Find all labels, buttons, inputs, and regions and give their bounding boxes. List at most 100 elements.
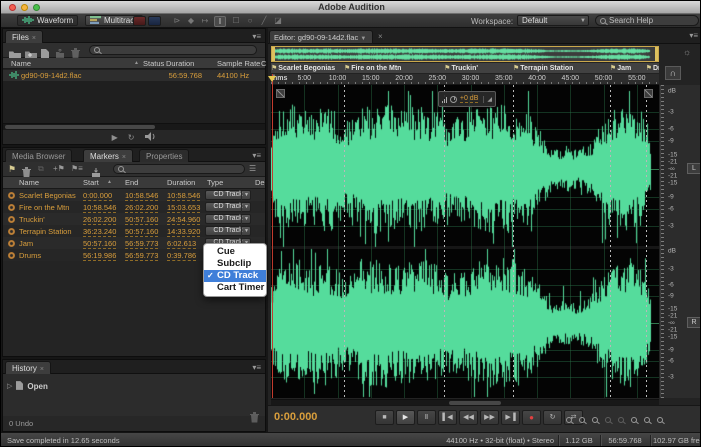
selection-handle-right[interactable] bbox=[644, 89, 653, 98]
marker-end[interactable]: 50:57.160 bbox=[125, 215, 159, 225]
zoom-in-button[interactable] bbox=[563, 414, 574, 425]
zoom-to-selection-button[interactable] bbox=[654, 414, 665, 425]
marker-duration[interactable]: 14:33.920 bbox=[167, 227, 201, 237]
timeline-ruler[interactable]: hms 5:00 10:00 15:00 20:00 25:00 30:00 35:00 40… bbox=[271, 74, 659, 85]
column-header-c[interactable]: C bbox=[261, 59, 266, 68]
zoom-in-horizontal-button[interactable] bbox=[589, 414, 600, 425]
marker-end[interactable]: 10:58.546 bbox=[125, 191, 159, 201]
marker-duration[interactable]: 15:03.653 bbox=[167, 203, 201, 213]
files-table-header[interactable]: Name Status Duration Sample Rate C ▲ bbox=[3, 58, 266, 69]
panel-menu-icon[interactable]: ▾≡ bbox=[252, 151, 261, 160]
marker-flag[interactable]: ⚑ Terrapin Station bbox=[513, 63, 573, 73]
zoom-to-in-point-button[interactable] bbox=[628, 414, 639, 425]
history-item[interactable]: ▷ Open bbox=[7, 377, 48, 395]
disclosure-icon[interactable]: ▷ bbox=[7, 382, 12, 390]
marker-end[interactable]: 56:59.773 bbox=[125, 251, 159, 261]
insert-marker-icon[interactable]: +⚑ bbox=[53, 164, 65, 173]
menu-item-cue[interactable]: Cue bbox=[204, 246, 266, 258]
marker-start[interactable]: 10:58.546 bbox=[83, 203, 117, 213]
rewind-button[interactable]: ◀◀ bbox=[459, 410, 478, 425]
trash-icon[interactable] bbox=[250, 410, 259, 428]
column-header-status[interactable]: Status bbox=[143, 59, 164, 68]
marker-duration[interactable]: 6:02.613 bbox=[167, 239, 197, 249]
razor-tool-icon[interactable]: ◆ bbox=[185, 16, 197, 25]
marker-end[interactable]: 26:02.200 bbox=[125, 203, 159, 213]
tab-properties[interactable]: Properties bbox=[139, 149, 190, 162]
play-button[interactable]: ▶ bbox=[396, 410, 415, 425]
tab-files[interactable]: Files × bbox=[5, 30, 43, 43]
waveform-canvas[interactable] bbox=[271, 85, 659, 398]
selection-handle-left[interactable] bbox=[276, 89, 285, 98]
marker-flag[interactable]: ⚑Drums bbox=[646, 63, 659, 73]
waveform-view-button[interactable]: Waveform bbox=[17, 15, 79, 26]
column-header-start[interactable]: Start bbox=[83, 178, 99, 187]
marker-row[interactable]: Terrapin Station 36:23.240 50:57.160 14:33.… bbox=[3, 225, 265, 237]
workspace-dropdown[interactable]: Default ▼ bbox=[517, 15, 589, 26]
marker-duration[interactable]: 24:54.960 bbox=[167, 215, 201, 225]
marker-start[interactable]: 56:19.986 bbox=[83, 251, 117, 261]
merge-markers-icon[interactable]: ⧉ bbox=[38, 164, 44, 174]
spectral-brightness-icon[interactable]: ☼ bbox=[683, 47, 691, 57]
loop-display-icon[interactable]: ∩ bbox=[665, 66, 681, 80]
marker-row[interactable]: Scarlet Begonias 0:00.000 10:58.546 10:58.5… bbox=[3, 189, 265, 201]
menu-item-cd-track[interactable]: ✓ CD Track bbox=[204, 270, 266, 282]
filter-icon[interactable]: ☰ bbox=[249, 164, 256, 173]
paintbrush-tool-icon[interactable]: ╱ bbox=[258, 16, 270, 25]
lasso-selection-tool-icon[interactable]: ○ bbox=[244, 16, 256, 25]
marker-row[interactable]: Fire on the Mtn 10:58.546 26:02.200 15:03.6… bbox=[3, 201, 265, 213]
time-display[interactable]: 0:00.000 bbox=[274, 411, 317, 423]
column-header-type[interactable]: Type bbox=[207, 178, 223, 187]
panel-menu-icon[interactable]: ▾≡ bbox=[252, 32, 261, 41]
marker-end[interactable]: 50:57.160 bbox=[125, 227, 159, 237]
gain-value[interactable]: +0 dB bbox=[459, 95, 479, 103]
playhead-caret[interactable] bbox=[268, 76, 276, 82]
stop-button[interactable]: ■ bbox=[375, 410, 394, 425]
preview-speaker-icon[interactable] bbox=[144, 132, 156, 143]
file-row[interactable]: gd90-09-14d2.flac 56:59.768 44100 Hz bbox=[3, 70, 265, 81]
slip-tool-icon[interactable]: ↦ bbox=[199, 16, 211, 25]
time-selection-tool-icon[interactable]: I bbox=[214, 16, 226, 27]
navigator-right-handle[interactable] bbox=[655, 47, 658, 61]
marquee-selection-tool-icon[interactable]: ☐ bbox=[230, 16, 242, 25]
tab-editor[interactable]: Editor: gd90-09-14d2.flac ▼ bbox=[269, 30, 373, 44]
close-tab-icon[interactable]: × bbox=[32, 35, 36, 42]
marker-flag[interactable]: ⚑ Fire on the Mtn bbox=[344, 63, 401, 73]
marker-type-dropdown[interactable]: CD Track▼ bbox=[205, 226, 251, 236]
marker-row[interactable]: Truckin' 26:02.200 50:57.160 24:54.960 CD Tr… bbox=[3, 213, 265, 225]
zoom-reset-button[interactable] bbox=[615, 414, 626, 425]
column-header-de[interactable]: De bbox=[255, 178, 265, 187]
move-tool-icon[interactable]: ⊳ bbox=[171, 16, 183, 25]
files-horizontal-scrollbar[interactable] bbox=[3, 123, 265, 130]
column-header-name[interactable]: Name bbox=[11, 59, 31, 68]
go-end-button[interactable]: ▶▐ bbox=[501, 410, 520, 425]
column-header-sample-rate[interactable]: Sample Rate bbox=[217, 59, 260, 68]
panel-menu-icon[interactable]: ▾≡ bbox=[252, 363, 261, 372]
scrollbar-handle[interactable] bbox=[5, 125, 155, 129]
help-search-input[interactable] bbox=[609, 16, 694, 25]
waveform-display-icon[interactable] bbox=[133, 16, 146, 26]
volume-hud[interactable]: +0 dB ◢ bbox=[438, 91, 496, 107]
chevron-down-icon[interactable]: ▼ bbox=[360, 36, 366, 42]
zoom-navigator[interactable] bbox=[271, 46, 659, 62]
tab-markers[interactable]: Markers × bbox=[83, 149, 133, 162]
preview-loop-icon[interactable]: ↻ bbox=[128, 133, 135, 142]
marker-start[interactable]: 50:57.160 bbox=[83, 239, 117, 249]
tab-media-browser[interactable]: Media Browser bbox=[5, 149, 73, 162]
zoom-to-out-point-button[interactable] bbox=[641, 414, 652, 425]
amplitude-scale[interactable]: dB dB -3 -3 -6 -6 -9 -9 -15 -15 -21 -21 -∞ L -3 -3 -6 -6-… bbox=[660, 85, 700, 398]
spectral-display-icon[interactable] bbox=[148, 16, 161, 26]
menu-item-subclip[interactable]: Subclip bbox=[204, 258, 266, 270]
channel-badge-r[interactable]: R bbox=[687, 317, 700, 328]
markers-search-box[interactable] bbox=[113, 164, 245, 174]
tab-history[interactable]: History × bbox=[5, 361, 51, 374]
marker-flag[interactable]: ⚑ Jam bbox=[610, 63, 631, 73]
navigator-left-handle[interactable] bbox=[272, 47, 275, 61]
marker-type-dropdown[interactable]: CD Track▼ bbox=[205, 214, 251, 224]
panel-menu-icon[interactable]: ▾≡ bbox=[689, 31, 698, 40]
zoom-out-button[interactable] bbox=[576, 414, 587, 425]
zoom-out-horizontal-button[interactable] bbox=[602, 414, 613, 425]
close-tab-icon[interactable]: × bbox=[122, 154, 126, 161]
playhead-line[interactable] bbox=[272, 74, 273, 398]
gain-knob-icon[interactable] bbox=[450, 95, 457, 103]
column-header-duration[interactable]: Duration bbox=[166, 59, 194, 68]
